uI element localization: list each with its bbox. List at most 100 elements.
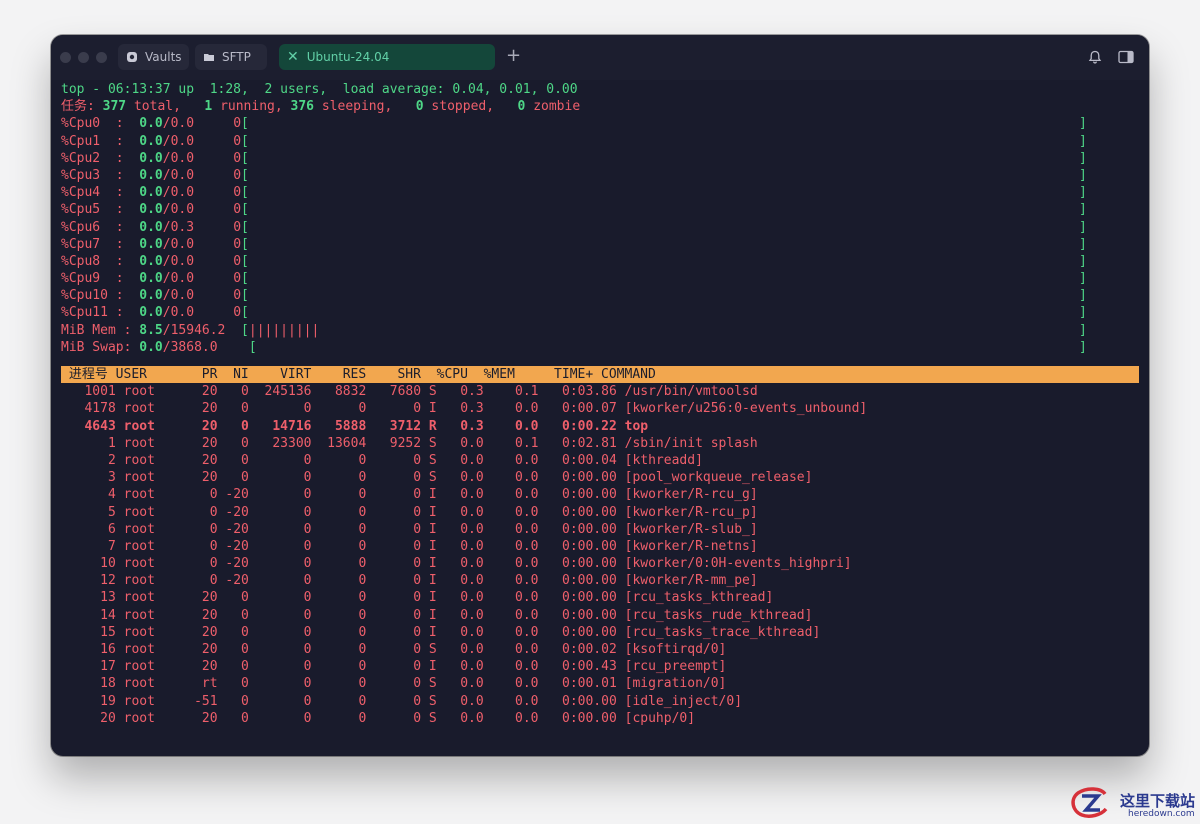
process-virt: 14716 xyxy=(272,418,312,434)
process-row[interactable]: 20 root 20 0 0 0 0 S 0.0 0.0 0:00.00 [cp… xyxy=(61,710,1139,727)
cpu-bar-zero: 0 xyxy=(233,185,242,201)
sidebar-toggle-icon[interactable] xyxy=(1118,50,1134,64)
process-cpu: 0.3 xyxy=(460,384,484,400)
cpu-bar-close: ] xyxy=(1079,185,1087,201)
process-priority: 0 xyxy=(209,538,218,554)
process-res: 0 xyxy=(358,504,367,520)
tab-vaults[interactable]: Vaults xyxy=(118,44,189,70)
cpu-bar-zero: 0 xyxy=(233,253,242,269)
window-maximize-button[interactable] xyxy=(96,52,107,63)
top-summary-line: top - 06:13:37 up 1:28, 2 users, load av… xyxy=(61,82,578,97)
window-minimize-button[interactable] xyxy=(78,52,89,63)
process-row[interactable]: 16 root 20 0 0 0 0 S 0.0 0.0 0:00.02 [ks… xyxy=(61,641,1139,658)
process-pid: 12 xyxy=(100,573,116,589)
cpu-bar-zero: 0 xyxy=(233,150,242,166)
window-close-button[interactable] xyxy=(60,52,71,63)
process-row[interactable]: 7 root 0 -20 0 0 0 I 0.0 0.0 0:00.00 [kw… xyxy=(61,538,1139,555)
process-command: /sbin/init splash xyxy=(624,435,758,451)
process-row[interactable]: 19 root -51 0 0 0 0 S 0.0 0.0 0:00.00 [i… xyxy=(61,693,1139,710)
cpu-bar-close: ] xyxy=(1079,288,1087,304)
process-time: 0:00.00 xyxy=(562,693,617,709)
header-pr: PR xyxy=(201,367,218,382)
terminal-window: Vaults SFTP ✕ Ubuntu-24.04 + top - 06:13… xyxy=(51,35,1149,756)
title-bar: Vaults SFTP ✕ Ubuntu-24.04 + xyxy=(51,35,1149,80)
process-row[interactable]: 1001 root 20 0 245136 8832 7680 S 0.3 0.… xyxy=(61,383,1139,400)
process-priority: 20 xyxy=(201,607,218,623)
cpu-bar-close: ] xyxy=(1079,271,1087,287)
process-cpu: 0.0 xyxy=(460,710,484,726)
process-row[interactable]: 1 root 20 0 23300 13604 9252 S 0.0 0.1 0… xyxy=(61,435,1139,452)
process-cpu: 0.0 xyxy=(460,624,484,640)
tab-ubuntu[interactable]: ✕ Ubuntu-24.04 xyxy=(279,44,495,70)
process-pid: 4 xyxy=(107,487,116,503)
cpu-bar-zero: 0 xyxy=(233,133,242,149)
process-row[interactable]: 3 root 20 0 0 0 0 S 0.0 0.0 0:00.00 [poo… xyxy=(61,469,1139,486)
process-row[interactable]: 4178 root 20 0 0 0 0 I 0.3 0.0 0:00.07 [… xyxy=(61,400,1139,417)
new-tab-button[interactable]: + xyxy=(506,46,521,66)
process-state: I xyxy=(428,607,437,623)
process-pid: 16 xyxy=(100,642,116,657)
cpu-bar-zero: 0 xyxy=(233,271,242,287)
process-command: [migration/0] xyxy=(624,676,727,692)
process-time: 0:00.43 xyxy=(562,659,617,675)
process-row[interactable]: 4643 root 20 0 14716 5888 3712 R 0.3 0.0… xyxy=(61,418,1139,435)
process-row[interactable]: 5 root 0 -20 0 0 0 I 0.0 0.0 0:00.00 [kw… xyxy=(61,504,1139,521)
memory-bar-close: ] xyxy=(1079,339,1087,355)
process-command: [kworker/R-rcu_g] xyxy=(624,487,758,503)
close-icon[interactable]: ✕ xyxy=(287,49,299,65)
process-cpu: 0.3 xyxy=(460,418,484,434)
cpu-rest: /0.0 xyxy=(162,288,195,304)
process-row[interactable]: 17 root 20 0 0 0 0 I 0.0 0.0 0:00.43 [rc… xyxy=(61,658,1139,675)
process-priority: rt xyxy=(201,676,218,692)
process-pid: 13 xyxy=(100,590,116,606)
process-nice: 0 xyxy=(241,693,249,709)
process-shr: 0 xyxy=(413,521,422,537)
process-nice: 0 xyxy=(241,452,249,468)
process-row[interactable]: 13 root 20 0 0 0 0 I 0.0 0.0 0:00.00 [rc… xyxy=(61,589,1139,606)
process-pid: 3 xyxy=(107,470,116,486)
process-pid: 7 xyxy=(107,538,116,554)
process-virt: 0 xyxy=(303,538,312,554)
process-pid: 1001 xyxy=(84,384,116,400)
process-user: root xyxy=(123,624,155,640)
cpu-value: 0.0 xyxy=(139,202,163,218)
process-row[interactable]: 6 root 0 -20 0 0 0 I 0.0 0.0 0:00.00 [kw… xyxy=(61,521,1139,538)
terminal-output[interactable]: top - 06:13:37 up 1:28, 2 users, load av… xyxy=(61,81,1139,727)
cpu-label: %Cpu5 : xyxy=(61,202,124,218)
process-row[interactable]: 2 root 20 0 0 0 0 S 0.0 0.0 0:00.04 [kth… xyxy=(61,452,1139,469)
process-row[interactable]: 15 root 20 0 0 0 0 I 0.0 0.0 0:00.00 [rc… xyxy=(61,624,1139,641)
process-shr: 0 xyxy=(413,676,422,692)
process-row[interactable]: 18 root rt 0 0 0 0 S 0.0 0.0 0:00.01 [mi… xyxy=(61,675,1139,692)
process-row[interactable]: 4 root 0 -20 0 0 0 I 0.0 0.0 0:00.00 [kw… xyxy=(61,486,1139,503)
process-row[interactable]: 10 root 0 -20 0 0 0 I 0.0 0.0 0:00.00 [k… xyxy=(61,555,1139,572)
process-user: root xyxy=(123,590,155,606)
process-pid: 4643 xyxy=(84,418,116,434)
process-time: 0:00.00 xyxy=(562,607,617,623)
cpu-line: %Cpu6 : 0.0/0.3 0[] xyxy=(61,219,1139,236)
process-row[interactable]: 14 root 20 0 0 0 0 I 0.0 0.0 0:00.00 [rc… xyxy=(61,607,1139,624)
process-user: root xyxy=(123,487,155,503)
process-res: 0 xyxy=(358,521,367,537)
tasks-line: 任务: 377 total, 1 running, 376 sleeping, … xyxy=(61,98,1139,115)
process-cpu: 0.0 xyxy=(460,573,484,589)
process-user: root xyxy=(123,418,155,434)
header-time: TIME+ xyxy=(554,367,594,382)
cpu-bar-open: [ xyxy=(241,305,249,321)
process-time: 0:02.81 xyxy=(562,435,617,451)
process-pid: 19 xyxy=(100,693,116,709)
cpu-bar-open: [ xyxy=(241,133,249,149)
tab-sftp[interactable]: SFTP xyxy=(195,44,267,70)
process-virt: 0 xyxy=(303,642,312,657)
process-res: 0 xyxy=(358,607,367,623)
process-row[interactable]: 12 root 0 -20 0 0 0 I 0.0 0.0 0:00.00 [k… xyxy=(61,572,1139,589)
process-cpu: 0.0 xyxy=(460,504,484,520)
process-nice: 0 xyxy=(241,435,249,451)
process-time: 0:00.04 xyxy=(562,452,617,468)
cpu-rest: /0.0 xyxy=(162,253,195,269)
cpu-label: %Cpu4 : xyxy=(61,185,124,201)
bell-icon[interactable] xyxy=(1088,50,1102,64)
process-virt: 0 xyxy=(303,470,312,486)
process-time: 0:00.00 xyxy=(562,624,617,640)
cpu-rest: /0.0 xyxy=(162,167,195,183)
cpu-line: %Cpu4 : 0.0/0.0 0[] xyxy=(61,184,1139,201)
